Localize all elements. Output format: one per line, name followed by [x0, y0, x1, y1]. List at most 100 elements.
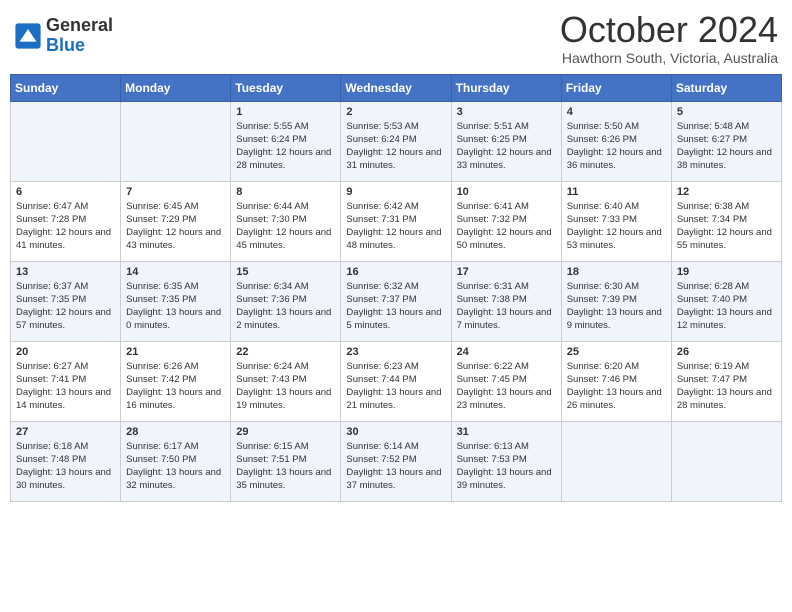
calendar-cell: 27 Sunrise: 6:18 AMSunset: 7:48 PMDayligh… — [11, 421, 121, 501]
day-number: 9 — [346, 186, 445, 198]
calendar-cell: 18 Sunrise: 6:30 AMSunset: 7:39 PMDayligh… — [561, 261, 671, 341]
day-number: 18 — [567, 266, 666, 278]
calendar-cell: 13 Sunrise: 6:37 AMSunset: 7:35 PMDayligh… — [11, 261, 121, 341]
calendar-cell: 17 Sunrise: 6:31 AMSunset: 7:38 PMDayligh… — [451, 261, 561, 341]
logo-text: General Blue — [46, 16, 113, 56]
day-number: 10 — [457, 186, 556, 198]
day-info: Sunrise: 6:18 AMSunset: 7:48 PMDaylight:… — [16, 440, 115, 493]
day-number: 7 — [126, 186, 225, 198]
day-info: Sunrise: 5:50 AMSunset: 6:26 PMDaylight:… — [567, 120, 666, 173]
calendar-week-3: 13 Sunrise: 6:37 AMSunset: 7:35 PMDayligh… — [11, 261, 782, 341]
day-info: Sunrise: 6:34 AMSunset: 7:36 PMDaylight:… — [236, 280, 335, 333]
calendar-table: SundayMondayTuesdayWednesdayThursdayFrid… — [10, 74, 782, 502]
logo-blue: Blue — [46, 36, 113, 56]
calendar-cell: 1 Sunrise: 5:55 AMSunset: 6:24 PMDaylight… — [231, 101, 341, 181]
calendar-cell: 7 Sunrise: 6:45 AMSunset: 7:29 PMDaylight… — [121, 181, 231, 261]
day-number: 22 — [236, 346, 335, 358]
location-subtitle: Hawthorn South, Victoria, Australia — [560, 50, 778, 66]
calendar-cell — [671, 421, 781, 501]
day-info: Sunrise: 6:40 AMSunset: 7:33 PMDaylight:… — [567, 200, 666, 253]
day-info: Sunrise: 6:37 AMSunset: 7:35 PMDaylight:… — [16, 280, 115, 333]
day-info: Sunrise: 6:35 AMSunset: 7:35 PMDaylight:… — [126, 280, 225, 333]
calendar-cell: 14 Sunrise: 6:35 AMSunset: 7:35 PMDayligh… — [121, 261, 231, 341]
day-info: Sunrise: 6:28 AMSunset: 7:40 PMDaylight:… — [677, 280, 776, 333]
day-number: 25 — [567, 346, 666, 358]
calendar-cell: 12 Sunrise: 6:38 AMSunset: 7:34 PMDayligh… — [671, 181, 781, 261]
calendar-cell — [121, 101, 231, 181]
day-number: 1 — [236, 106, 335, 118]
day-number: 23 — [346, 346, 445, 358]
day-info: Sunrise: 6:23 AMSunset: 7:44 PMDaylight:… — [346, 360, 445, 413]
day-info: Sunrise: 6:38 AMSunset: 7:34 PMDaylight:… — [677, 200, 776, 253]
calendar-week-5: 27 Sunrise: 6:18 AMSunset: 7:48 PMDayligh… — [11, 421, 782, 501]
calendar-cell: 16Sunrise: 6:32 AMSunset: 7:37 PMDayligh… — [341, 261, 451, 341]
day-number: 12 — [677, 186, 776, 198]
day-number: 4 — [567, 106, 666, 118]
day-info: Sunrise: 6:27 AMSunset: 7:41 PMDaylight:… — [16, 360, 115, 413]
day-info: Sunrise: 6:13 AMSunset: 7:53 PMDaylight:… — [457, 440, 556, 493]
calendar-cell: 6 Sunrise: 6:47 AMSunset: 7:28 PMDaylight… — [11, 181, 121, 261]
calendar-cell: 4 Sunrise: 5:50 AMSunset: 6:26 PMDaylight… — [561, 101, 671, 181]
calendar-cell: 29 Sunrise: 6:15 AMSunset: 7:51 PMDayligh… — [231, 421, 341, 501]
day-info: Sunrise: 6:22 AMSunset: 7:45 PMDaylight:… — [457, 360, 556, 413]
day-number: 14 — [126, 266, 225, 278]
day-number: 24 — [457, 346, 556, 358]
day-number: 13 — [16, 266, 115, 278]
day-info: Sunrise: 6:26 AMSunset: 7:42 PMDaylight:… — [126, 360, 225, 413]
day-number: 8 — [236, 186, 335, 198]
day-number: 26 — [677, 346, 776, 358]
calendar-cell: 21 Sunrise: 6:26 AMSunset: 7:42 PMDayligh… — [121, 341, 231, 421]
day-number: 6 — [16, 186, 115, 198]
calendar-cell: 24 Sunrise: 6:22 AMSunset: 7:45 PMDayligh… — [451, 341, 561, 421]
day-number: 19 — [677, 266, 776, 278]
day-number: 28 — [126, 426, 225, 438]
day-info: Sunrise: 6:15 AMSunset: 7:51 PMDaylight:… — [236, 440, 335, 493]
day-number: 2 — [346, 106, 445, 118]
day-number: 5 — [677, 106, 776, 118]
day-info: Sunrise: 6:42 AMSunset: 7:31 PMDaylight:… — [346, 200, 445, 253]
calendar-cell: 11 Sunrise: 6:40 AMSunset: 7:33 PMDayligh… — [561, 181, 671, 261]
weekday-header-wednesday: Wednesday — [341, 74, 451, 101]
day-info: Sunrise: 6:30 AMSunset: 7:39 PMDaylight:… — [567, 280, 666, 333]
day-info: Sunrise: 5:51 AMSunset: 6:25 PMDaylight:… — [457, 120, 556, 173]
calendar-cell: 3Sunrise: 5:51 AMSunset: 6:25 PMDaylight… — [451, 101, 561, 181]
calendar-cell — [561, 421, 671, 501]
day-info: Sunrise: 5:55 AMSunset: 6:24 PMDaylight:… — [236, 120, 335, 173]
day-number: 17 — [457, 266, 556, 278]
calendar-cell: 22 Sunrise: 6:24 AMSunset: 7:43 PMDayligh… — [231, 341, 341, 421]
calendar-cell: 20 Sunrise: 6:27 AMSunset: 7:41 PMDayligh… — [11, 341, 121, 421]
calendar-cell: 10 Sunrise: 6:41 AMSunset: 7:32 PMDayligh… — [451, 181, 561, 261]
calendar-cell: 30Sunrise: 6:14 AMSunset: 7:52 PMDayligh… — [341, 421, 451, 501]
day-number: 16 — [346, 266, 445, 278]
calendar-cell: 26Sunrise: 6:19 AMSunset: 7:47 PMDayligh… — [671, 341, 781, 421]
calendar-week-1: 1 Sunrise: 5:55 AMSunset: 6:24 PMDaylight… — [11, 101, 782, 181]
calendar-cell: 25Sunrise: 6:20 AMSunset: 7:46 PMDayligh… — [561, 341, 671, 421]
day-info: Sunrise: 6:41 AMSunset: 7:32 PMDaylight:… — [457, 200, 556, 253]
day-info: Sunrise: 6:14 AMSunset: 7:52 PMDaylight:… — [346, 440, 445, 493]
title-block: October 2024 Hawthorn South, Victoria, A… — [560, 10, 778, 66]
weekday-header-sunday: Sunday — [11, 74, 121, 101]
day-number: 21 — [126, 346, 225, 358]
weekday-header-monday: Monday — [121, 74, 231, 101]
day-number: 27 — [16, 426, 115, 438]
day-info: Sunrise: 6:31 AMSunset: 7:38 PMDaylight:… — [457, 280, 556, 333]
logo-general: General — [46, 16, 113, 36]
day-number: 15 — [236, 266, 335, 278]
day-info: Sunrise: 6:47 AMSunset: 7:28 PMDaylight:… — [16, 200, 115, 253]
calendar-cell: 28 Sunrise: 6:17 AMSunset: 7:50 PMDayligh… — [121, 421, 231, 501]
day-number: 11 — [567, 186, 666, 198]
logo: General Blue — [14, 16, 113, 56]
logo-icon — [14, 22, 42, 50]
month-title: October 2024 — [560, 10, 778, 50]
weekday-header-thursday: Thursday — [451, 74, 561, 101]
weekday-header-row: SundayMondayTuesdayWednesdayThursdayFrid… — [11, 74, 782, 101]
weekday-header-tuesday: Tuesday — [231, 74, 341, 101]
day-info: Sunrise: 6:24 AMSunset: 7:43 PMDaylight:… — [236, 360, 335, 413]
calendar-cell: 2 Sunrise: 5:53 AMSunset: 6:24 PMDaylight… — [341, 101, 451, 181]
day-number: 20 — [16, 346, 115, 358]
calendar-week-2: 6 Sunrise: 6:47 AMSunset: 7:28 PMDaylight… — [11, 181, 782, 261]
day-info: Sunrise: 6:45 AMSunset: 7:29 PMDaylight:… — [126, 200, 225, 253]
day-number: 29 — [236, 426, 335, 438]
day-info: Sunrise: 6:17 AMSunset: 7:50 PMDaylight:… — [126, 440, 225, 493]
day-info: Sunrise: 5:53 AMSunset: 6:24 PMDaylight:… — [346, 120, 445, 173]
